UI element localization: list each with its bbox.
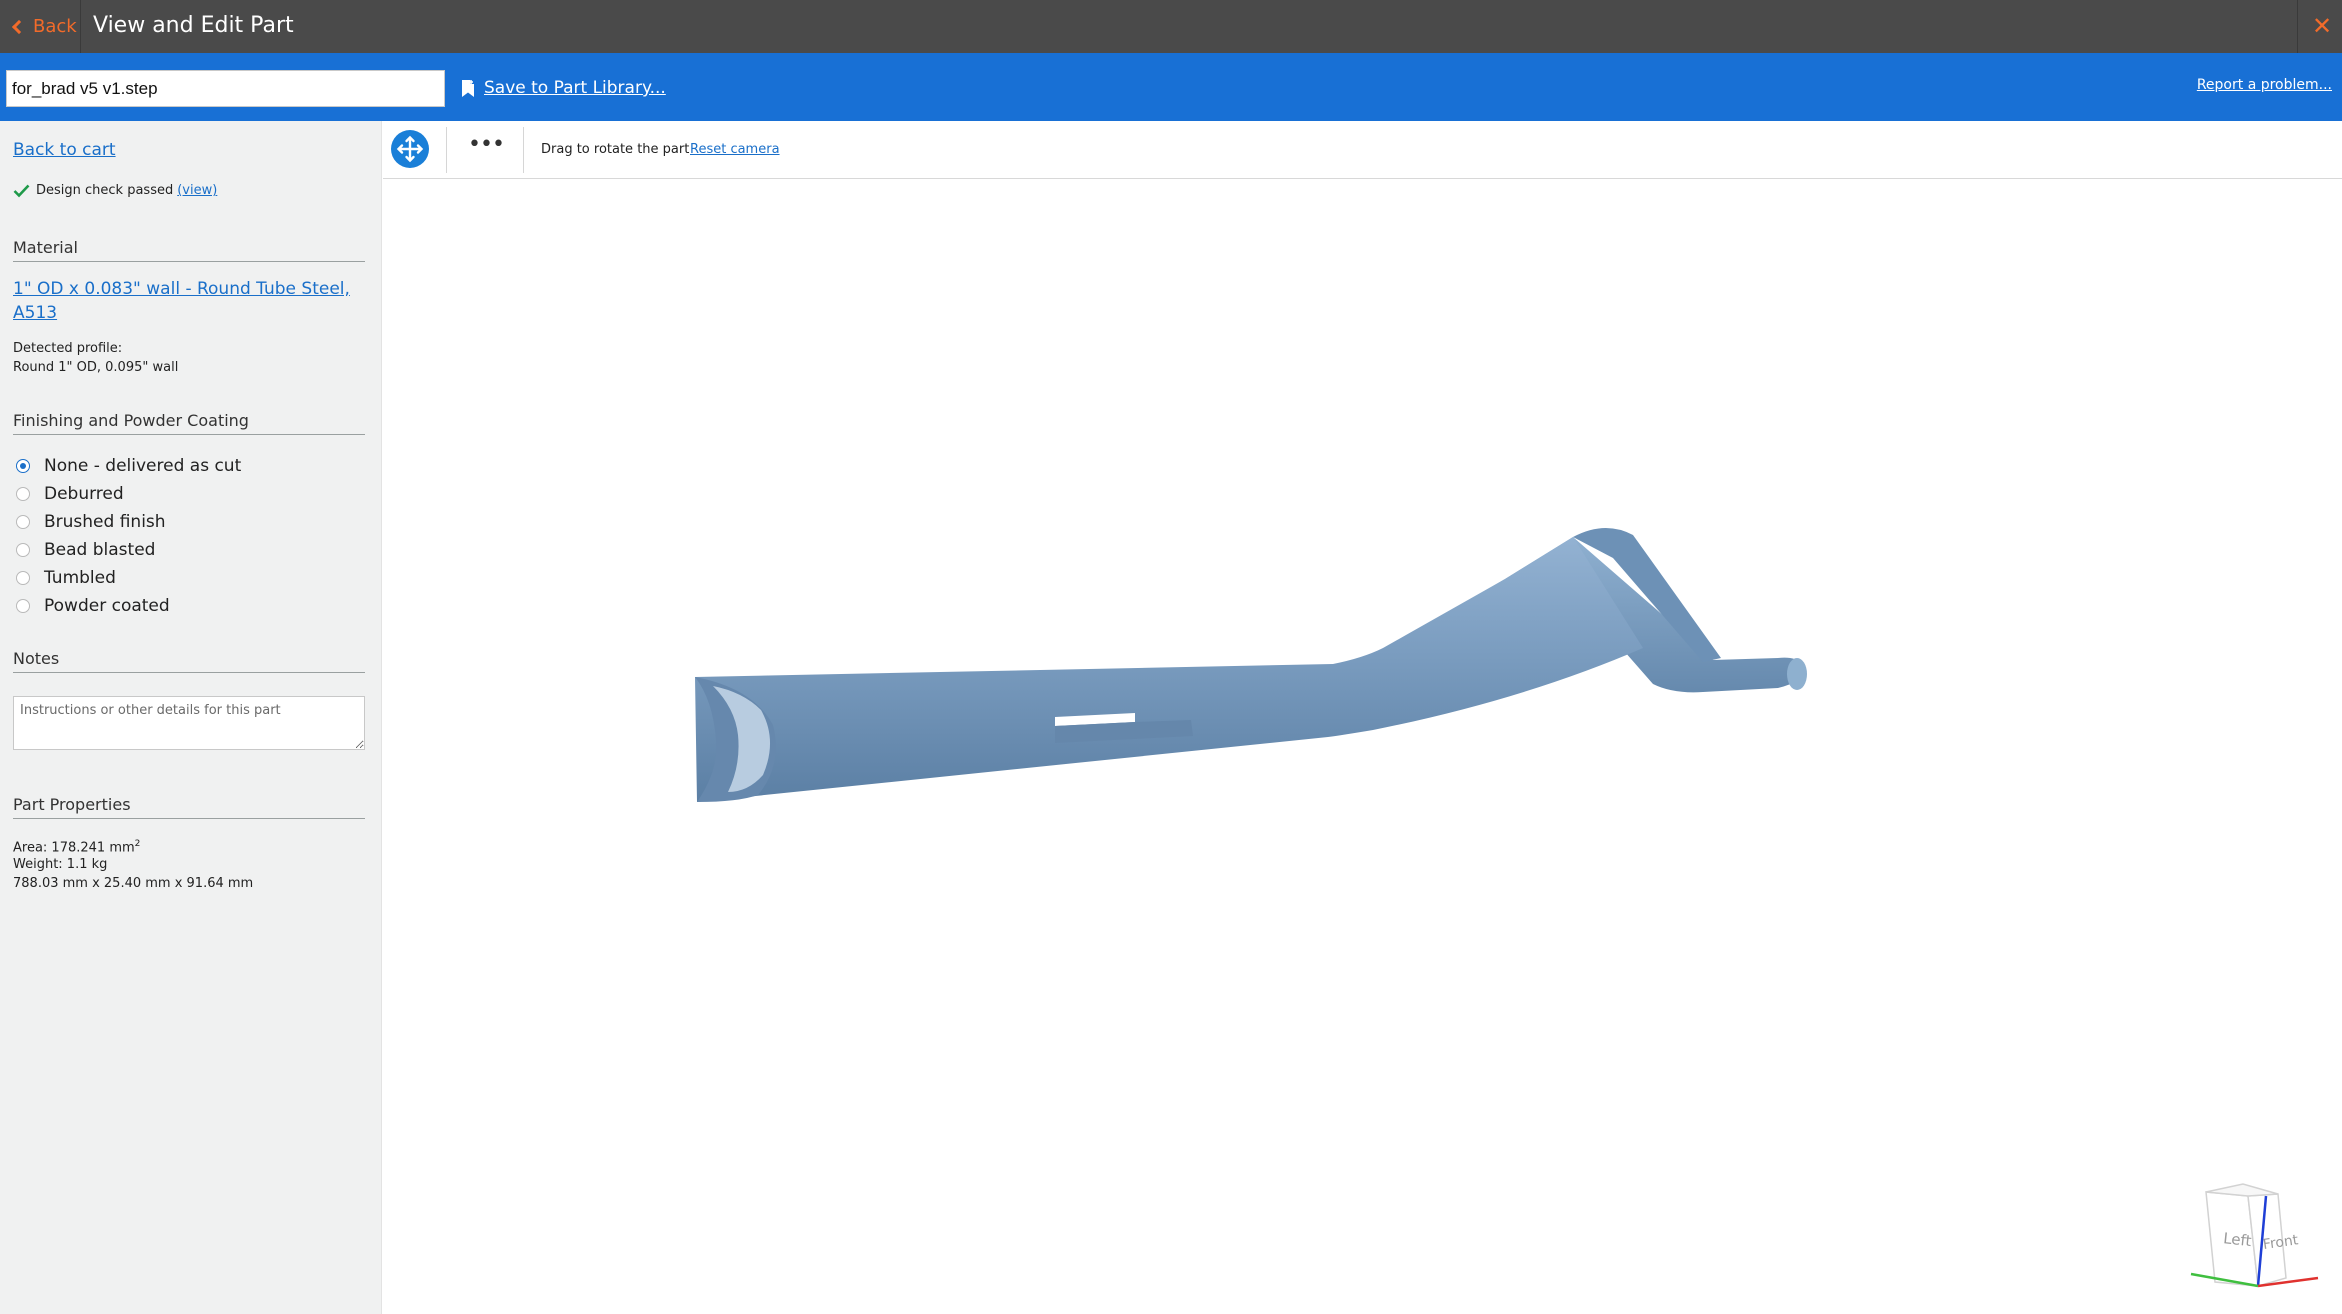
move-arrows-icon	[396, 135, 424, 163]
reset-camera-link[interactable]: Reset camera	[690, 142, 780, 157]
notes-textarea[interactable]	[13, 696, 365, 750]
part-area: Area: 178.241 mm2	[13, 835, 140, 857]
design-check-status: Design check passed (view)	[13, 183, 217, 198]
save-to-library-button[interactable]: Save to Part Library...	[461, 73, 666, 103]
view-cube-icon[interactable]: Left Front	[2190, 1183, 2319, 1288]
radio-button[interactable]	[16, 459, 30, 473]
back-to-cart-link[interactable]: Back to cart	[13, 140, 116, 160]
title-divider-right	[2297, 0, 2298, 53]
part-properties-heading: Part Properties	[13, 795, 365, 819]
radio-button[interactable]	[16, 515, 30, 529]
drag-hint-text: Drag to rotate the part	[541, 142, 690, 157]
notes-heading: Notes	[13, 649, 365, 673]
finish-option-tumbled[interactable]: Tumbled	[16, 564, 241, 592]
design-check-text: Design check passed	[36, 183, 174, 198]
finish-option-bead-blasted[interactable]: Bead blasted	[16, 536, 241, 564]
part-weight: Weight: 1.1 kg	[13, 857, 108, 872]
file-bar: Save to Part Library... Report a problem…	[0, 53, 2342, 121]
checkmark-icon	[13, 184, 30, 197]
finish-option-label: Brushed finish	[44, 512, 166, 532]
detected-profile-value: Round 1" OD, 0.095" wall	[13, 360, 179, 375]
title-bar: Back View and Edit Part ✕	[0, 0, 2342, 53]
finish-option-none[interactable]: None - delivered as cut	[16, 452, 241, 480]
finish-option-label: Powder coated	[44, 596, 170, 616]
radio-button[interactable]	[16, 543, 30, 557]
view-cube-left-label: Left	[2222, 1229, 2252, 1250]
finish-option-brushed[interactable]: Brushed finish	[16, 508, 241, 536]
material-heading: Material	[13, 238, 365, 262]
part-dimensions: 788.03 mm x 25.40 mm x 91.64 mm	[13, 876, 254, 891]
back-label: Back	[33, 16, 77, 37]
finish-option-label: Deburred	[44, 484, 124, 504]
radio-button[interactable]	[16, 599, 30, 613]
finish-option-powder-coated[interactable]: Powder coated	[16, 592, 241, 620]
sidebar: Back to cart Design check passed (view) …	[0, 121, 382, 1314]
toolbar-divider	[446, 127, 447, 173]
design-check-view-link[interactable]: (view)	[177, 183, 217, 198]
detected-profile-label: Detected profile:	[13, 341, 123, 356]
finish-option-deburred[interactable]: Deburred	[16, 480, 241, 508]
chevron-left-icon	[11, 19, 27, 34]
save-to-library-label: Save to Part Library...	[484, 78, 666, 98]
tube-main-section	[695, 537, 1643, 802]
finish-option-label: None - delivered as cut	[44, 456, 242, 476]
material-link[interactable]: 1" OD x 0.083" wall - Round Tube Steel, …	[13, 277, 353, 325]
close-icon[interactable]: ✕	[2310, 12, 2334, 40]
finishing-options: None - delivered as cut Deburred Brushed…	[16, 452, 241, 620]
viewer-toolbar: ••• Drag to rotate the part Reset camera	[383, 121, 2342, 179]
page-title: View and Edit Part	[93, 13, 294, 38]
finish-option-label: Tumbled	[44, 568, 116, 588]
back-button[interactable]: Back	[10, 12, 77, 41]
part-render: Left Front	[695, 527, 2319, 1288]
more-options-button[interactable]: •••	[468, 134, 505, 159]
move-mode-button[interactable]	[391, 130, 429, 168]
3d-viewport[interactable]: Left Front	[383, 180, 2342, 1314]
part-area-value: Area: 178.241 mm	[13, 840, 135, 856]
bookmark-plus-icon	[462, 79, 474, 97]
filename-input[interactable]	[6, 70, 445, 107]
finishing-heading: Finishing and Powder Coating	[13, 411, 365, 435]
report-problem-link[interactable]: Report a problem...	[2197, 77, 2332, 93]
finish-option-label: Bead blasted	[44, 540, 156, 560]
title-divider	[80, 0, 81, 53]
radio-button[interactable]	[16, 487, 30, 501]
radio-button[interactable]	[16, 571, 30, 585]
toolbar-divider	[523, 127, 524, 173]
part-area-unit-exponent: 2	[134, 839, 141, 849]
